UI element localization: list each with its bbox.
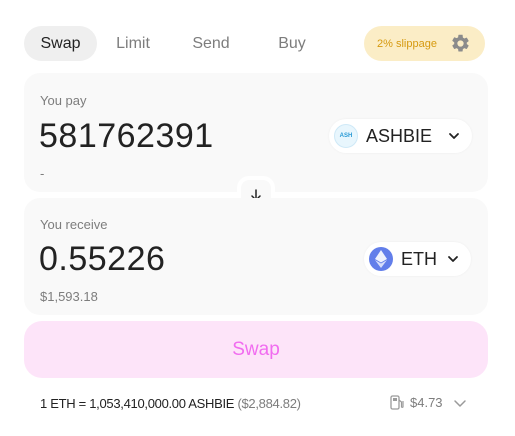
pay-panel: You pay 581762391 - ASH ASHBIE bbox=[24, 73, 488, 192]
rate-usd: ($2,884.82) bbox=[237, 396, 301, 411]
gas-value: $4.73 bbox=[410, 395, 443, 410]
tab-send[interactable]: Send bbox=[169, 26, 253, 61]
swap-button[interactable]: Swap bbox=[24, 321, 488, 378]
receive-panel: You receive 0.55226 $1,593.18 ETH bbox=[24, 198, 488, 315]
eth-token-icon bbox=[369, 247, 393, 271]
rate-text: 1 ETH = 1,053,410,000.00 ASHBIE bbox=[40, 396, 235, 411]
pay-label: You pay bbox=[40, 93, 87, 108]
gas-pump-icon bbox=[390, 395, 404, 410]
gear-icon bbox=[452, 34, 469, 52]
receive-usd-value: $1,593.18 bbox=[40, 289, 98, 304]
pay-token-selector[interactable]: ASH ASHBIE bbox=[329, 119, 472, 153]
chevron-down-icon bbox=[449, 133, 459, 139]
exchange-rate[interactable]: 1 ETH = 1,053,410,000.00 ASHBIE ($2,884.… bbox=[40, 396, 301, 411]
receive-label: You receive bbox=[40, 217, 108, 232]
slippage-label: 2% slippage bbox=[377, 37, 437, 50]
tab-limit[interactable]: Limit bbox=[97, 26, 169, 61]
ashbie-token-icon: ASH bbox=[334, 124, 358, 148]
pay-usd-value: - bbox=[40, 166, 45, 181]
tab-buy[interactable]: Buy bbox=[253, 26, 331, 61]
receive-amount-input[interactable]: 0.55226 bbox=[39, 240, 165, 279]
receive-token-selector[interactable]: ETH bbox=[364, 242, 471, 276]
tab-swap[interactable]: Swap bbox=[24, 26, 97, 61]
gas-estimate[interactable]: $4.73 bbox=[390, 395, 467, 410]
swap-tabs: Swap Limit Send Buy 2% slippage bbox=[24, 26, 485, 61]
chevron-down-icon[interactable] bbox=[453, 396, 467, 410]
pay-token-symbol: ASHBIE bbox=[366, 125, 433, 146]
pay-amount-input[interactable]: 581762391 bbox=[39, 117, 214, 156]
chevron-down-icon bbox=[448, 256, 458, 262]
receive-token-symbol: ETH bbox=[401, 248, 437, 269]
slippage-settings-button[interactable]: 2% slippage bbox=[364, 26, 485, 61]
